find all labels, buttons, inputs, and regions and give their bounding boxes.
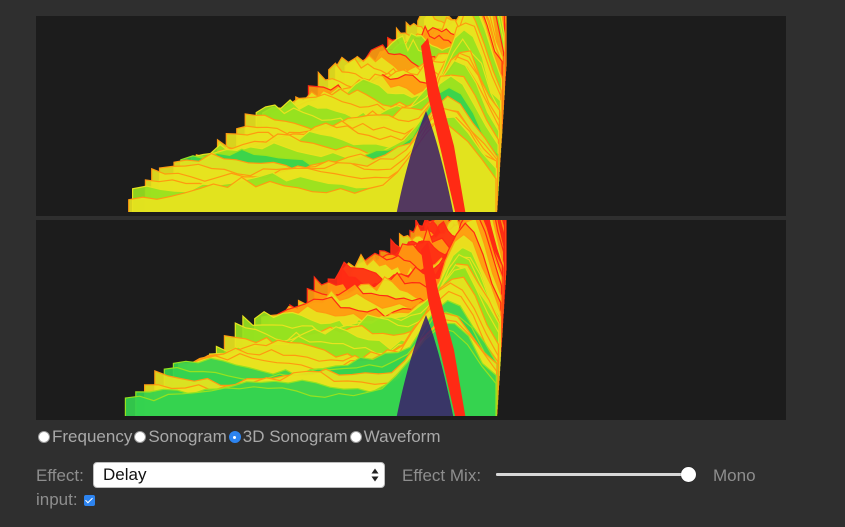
radio-sonogram-dot[interactable] bbox=[134, 431, 147, 443]
radio-3d-sonogram[interactable]: 3D Sonogram bbox=[227, 427, 348, 447]
radio-sonogram-label[interactable]: Sonogram bbox=[148, 427, 226, 447]
mono-label: Mono bbox=[713, 466, 756, 485]
radio-frequency-label[interactable]: Frequency bbox=[52, 427, 132, 447]
sonogram-3d-canvas-right bbox=[36, 220, 786, 420]
view-mode-radio-group: Frequency Sonogram 3D Sonogram Waveform bbox=[36, 426, 440, 448]
select-updown-icon bbox=[371, 468, 379, 482]
effect-mix-label: Effect Mix: bbox=[402, 466, 482, 485]
mono-input-row: input: bbox=[36, 490, 95, 510]
effect-label: Effect: bbox=[36, 466, 84, 485]
effect-controls: Effect: Delay Effect Mix: Mono bbox=[36, 462, 796, 490]
radio-waveform-label[interactable]: Waveform bbox=[364, 427, 441, 447]
effect-select-value: Delay bbox=[103, 465, 147, 484]
radio-waveform[interactable]: Waveform bbox=[348, 427, 441, 447]
sonogram-3d-surface-right bbox=[36, 220, 786, 420]
radio-sonogram[interactable]: Sonogram bbox=[132, 427, 227, 447]
radio-frequency-dot[interactable] bbox=[38, 431, 50, 443]
effect-select[interactable]: Delay bbox=[93, 462, 385, 488]
sonogram-3d-surface-left bbox=[36, 16, 786, 216]
radio-waveform-dot[interactable] bbox=[349, 431, 362, 443]
mono-input-label: input: bbox=[36, 490, 78, 509]
effect-mix-slider-fill bbox=[496, 473, 689, 476]
radio-3d-sonogram-label[interactable]: 3D Sonogram bbox=[243, 427, 348, 447]
radio-3d-sonogram-dot[interactable] bbox=[228, 431, 241, 443]
radio-frequency[interactable]: Frequency bbox=[36, 427, 132, 447]
effect-mix-slider[interactable] bbox=[496, 466, 697, 484]
mono-input-checkbox[interactable] bbox=[83, 494, 95, 506]
sonogram-3d-canvas-left bbox=[36, 16, 786, 216]
effect-mix-slider-thumb[interactable] bbox=[681, 467, 697, 482]
